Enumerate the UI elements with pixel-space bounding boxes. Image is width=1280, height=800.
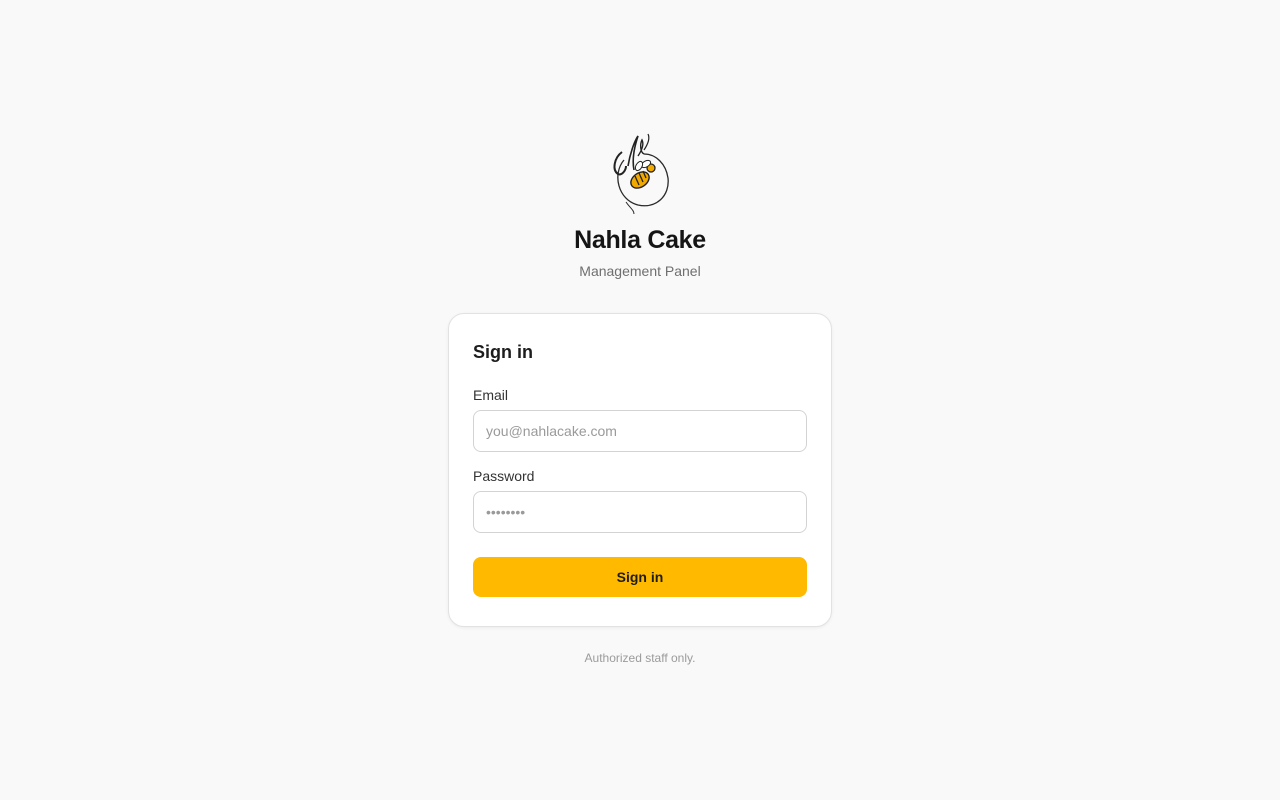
- password-field[interactable]: [473, 491, 807, 533]
- authorized-staff-note: Authorized staff only.: [584, 651, 696, 665]
- signin-title: Sign in: [473, 342, 533, 362]
- signin-button[interactable]: Sign in: [473, 557, 807, 597]
- signin-card: Sign in Email Password Sign in: [448, 313, 832, 627]
- login-page: Nahla Cake Management Panel Sign in Emai…: [0, 0, 1280, 800]
- email-label: Email: [473, 387, 509, 403]
- email-field[interactable]: [473, 410, 807, 452]
- cake-bee-logo-icon: [613, 133, 669, 214]
- brand-title: Nahla Cake: [574, 226, 706, 254]
- brand-subtitle: Management Panel: [579, 263, 701, 279]
- brand-header: Nahla Cake Management Panel: [0, 130, 1280, 279]
- password-label: Password: [473, 468, 535, 484]
